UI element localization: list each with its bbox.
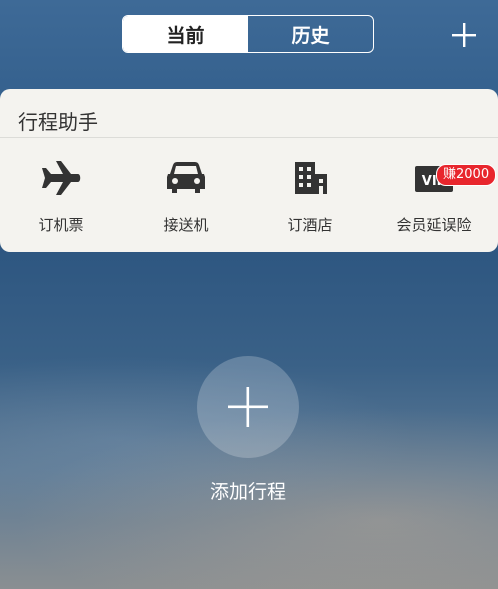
trip-segment-control: 当前 历史	[122, 15, 374, 53]
reward-badge: 赚2000	[436, 164, 497, 186]
hotel-icon	[288, 158, 332, 198]
add-trip-button[interactable]	[197, 356, 299, 458]
airport-transfer-button[interactable]: 接送机	[124, 158, 248, 238]
service-label-vip-insurance: 会员延误险	[396, 216, 472, 234]
add-trip-label: 添加行程	[209, 481, 286, 503]
service-label-hotel: 订酒店	[287, 216, 333, 234]
book-hotel-button[interactable]: 订酒店	[248, 158, 372, 238]
tab-history[interactable]: 历史	[248, 16, 373, 52]
airplane-icon	[39, 158, 83, 198]
service-label-transfer: 接送机	[163, 216, 209, 234]
book-flight-button[interactable]: 订机票	[0, 158, 123, 238]
card-divider	[0, 137, 498, 138]
plus-icon	[228, 387, 268, 427]
tab-current[interactable]: 当前	[123, 16, 248, 52]
add-icon[interactable]	[447, 18, 481, 52]
card-title: 行程助手	[18, 110, 98, 134]
car-icon	[164, 158, 208, 198]
service-label-flight: 订机票	[38, 216, 84, 234]
